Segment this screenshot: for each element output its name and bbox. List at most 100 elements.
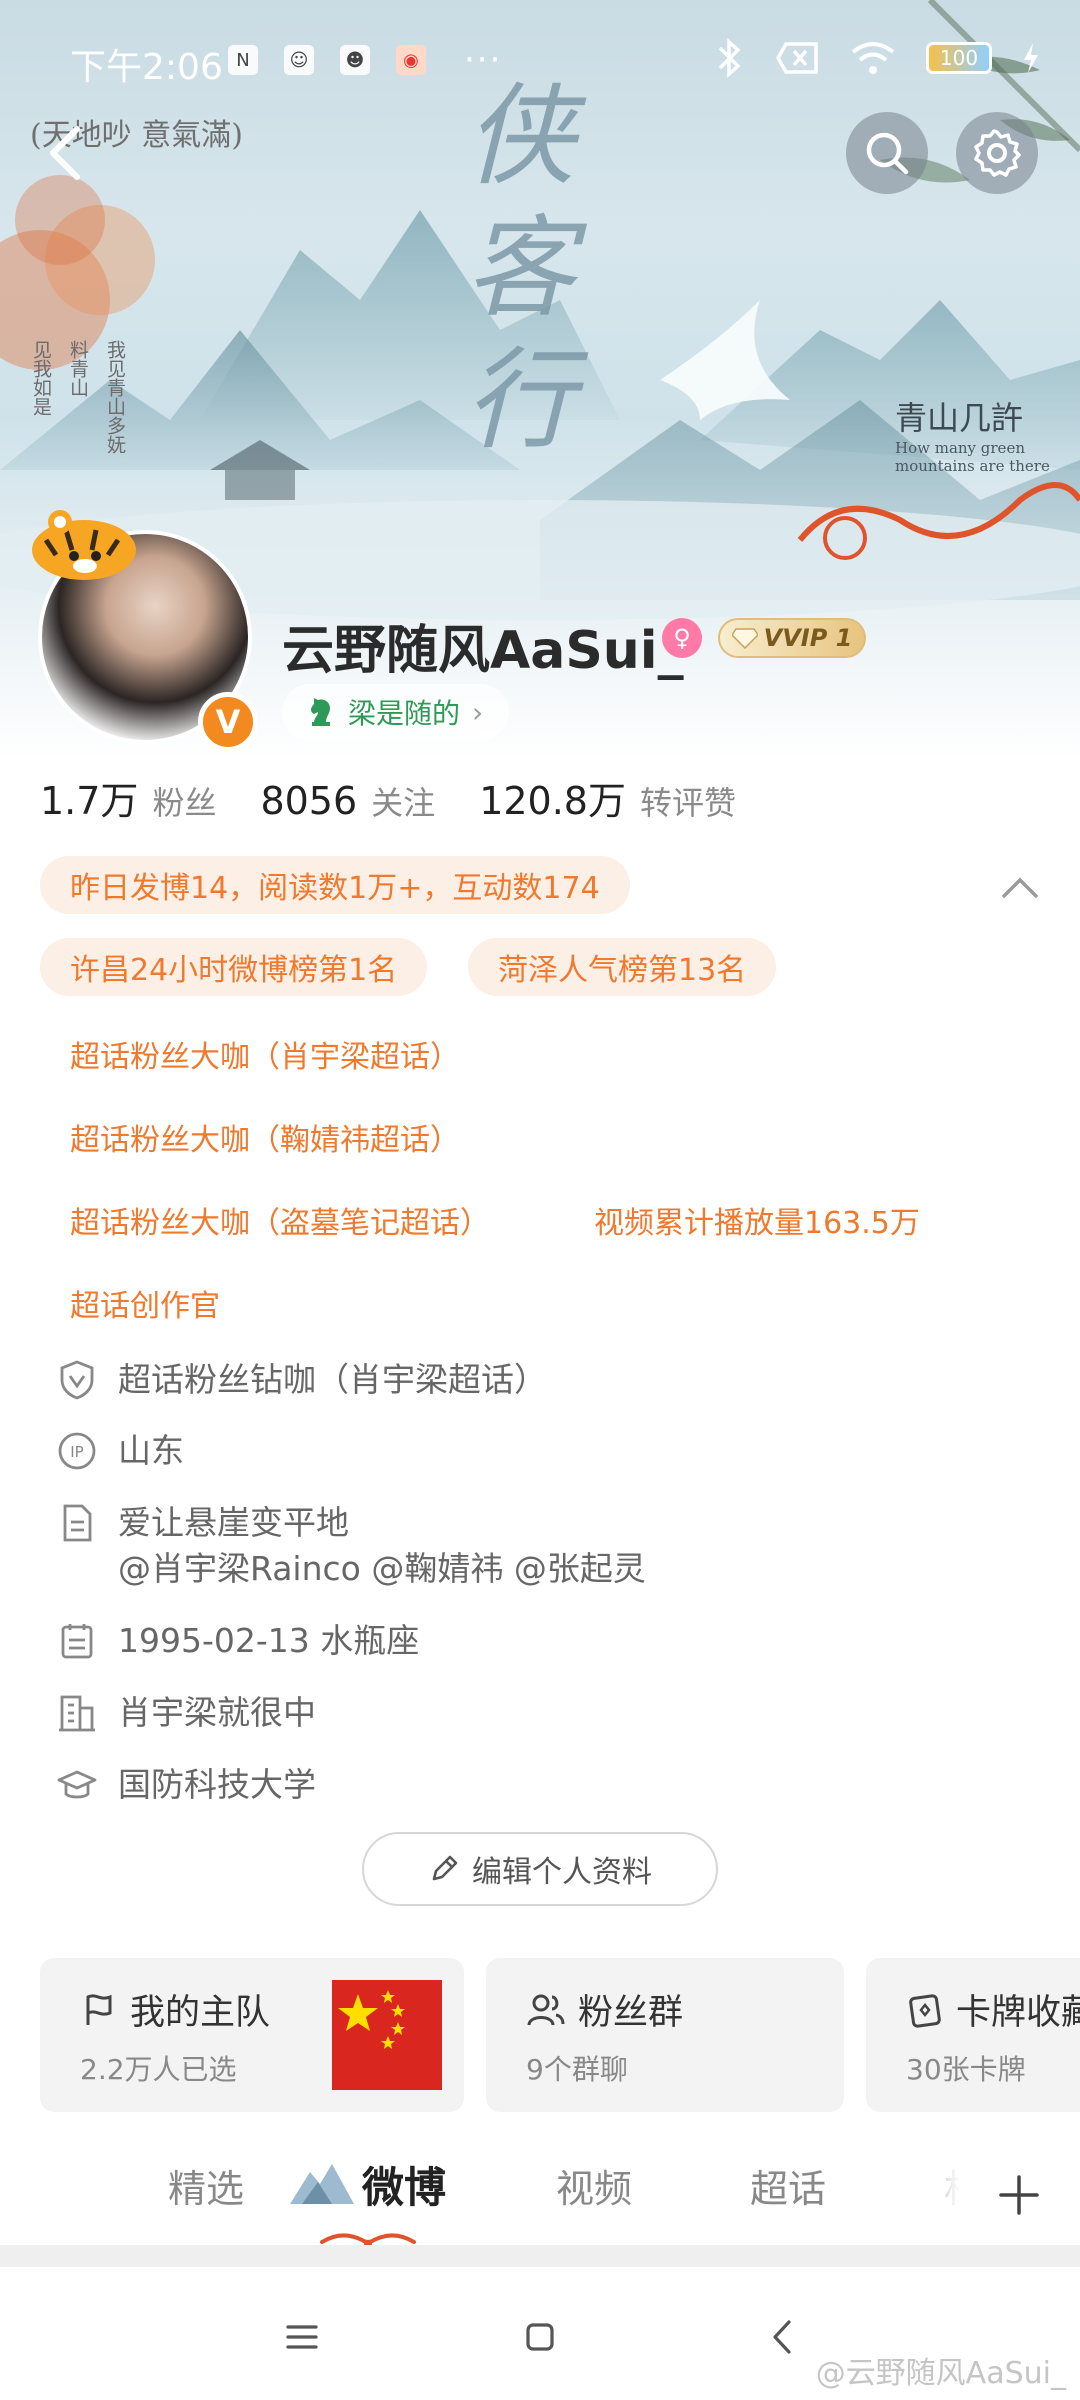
- username: 云野随风AaSui_: [282, 621, 684, 681]
- honor-tag[interactable]: 视频累计播放量163.5万: [594, 1198, 920, 1242]
- profile-tabs: 精选 微博 视频 超话 相册: [0, 2140, 1080, 2250]
- status-notification-icons: N ☺ ☻ ◉ ···: [228, 40, 502, 80]
- chess-knight-icon: [311, 698, 330, 726]
- stat-interactions[interactable]: 120.8万 转评赞: [479, 770, 736, 825]
- team-flag-icon: [86, 1993, 112, 2025]
- honor-tag[interactable]: 许昌24小时微博榜第1名: [40, 938, 428, 996]
- qingshan-en-2: mountains are there: [895, 457, 1050, 475]
- info-text: 肖宇梁就很中: [118, 1693, 316, 1732]
- card-main-team[interactable]: 我的主队 2.2万人已选: [40, 1958, 464, 2112]
- search-icon: [866, 132, 909, 175]
- card-subtitle: 9个群聊: [526, 2053, 628, 2086]
- info-text: 超话粉丝钻咖（肖宇梁超话）: [118, 1360, 547, 1399]
- stat-label: 转评赞: [639, 784, 736, 822]
- system-back-button[interactable]: [752, 2307, 812, 2367]
- card-title-text: 粉丝群: [578, 1993, 684, 2033]
- app-notification-icon: ☻: [340, 45, 370, 75]
- card-title-text: 我的主队: [130, 1993, 271, 2033]
- china-flag-image: [332, 1980, 442, 2090]
- chevron-left-icon: [773, 2320, 791, 2354]
- status-system-icons: 100: [712, 38, 1040, 78]
- search-button[interactable]: [846, 112, 928, 194]
- vvip-label: VVIP 1: [763, 624, 853, 652]
- verified-badge: V: [198, 692, 258, 752]
- stat-value: 8056: [260, 779, 358, 823]
- weibo-notification-icon: ◉: [396, 45, 426, 75]
- back-button[interactable]: [30, 118, 100, 188]
- honor-tag[interactable]: 超话创作官: [70, 1281, 220, 1325]
- pencil-icon: [432, 1855, 458, 1881]
- info-ip-location: IP 山东: [56, 1428, 184, 1474]
- info-text: 国防科技大学: [118, 1765, 316, 1804]
- honor-tag[interactable]: 超话粉丝大咖（盗墓笔记超话）: [70, 1198, 490, 1242]
- weibo-watermark: @云野随风AaSui_: [815, 2356, 1066, 2391]
- building-icon: [59, 1695, 95, 1732]
- bio-line: 爱让悬崖变平地: [118, 1503, 349, 1542]
- info-birthday: 1995-02-13 水瓶座: [56, 1618, 419, 1664]
- avatar[interactable]: V: [32, 510, 258, 752]
- group-users-icon: [527, 1994, 565, 2025]
- card-subtitle: 2.2万人已选: [80, 2053, 237, 2086]
- status-bar: 下午2:06 N ☺ ☻ ◉ ··· 100: [0, 0, 1080, 110]
- tab-weibo[interactable]: 微博: [362, 2154, 446, 2215]
- stat-followers[interactable]: 1.7万 粉丝: [40, 770, 216, 825]
- card-card-collection[interactable]: 卡牌收藏 30张卡牌: [866, 1958, 1080, 2112]
- yesterday-summary-tag[interactable]: 昨日发博14，阅读数1万+，互动数174: [40, 856, 630, 914]
- card-fan-group[interactable]: 粉丝群 9个群聊: [486, 1958, 844, 2112]
- flag-stars: [338, 1990, 405, 2049]
- add-tab-button[interactable]: [958, 2140, 1080, 2250]
- honor-tag[interactable]: 超话粉丝大咖（肖宇梁超话）: [70, 1032, 460, 1076]
- edit-profile-label: 编辑个人资料: [472, 1855, 652, 1890]
- tiger-decoration-icon: [32, 510, 136, 580]
- vvip-badge[interactable]: VVIP 1: [718, 618, 866, 658]
- stat-label: 粉丝: [152, 784, 217, 822]
- banner-qingshan-text: 青山几許 How many green mountains are there: [895, 393, 1050, 475]
- poem-column: 我见青山多妩: [104, 340, 126, 454]
- tab-featured[interactable]: 精选: [168, 2158, 244, 2213]
- tab-super-topic[interactable]: 超话: [750, 2158, 826, 2213]
- home-button[interactable]: [510, 2307, 570, 2367]
- bio-mentions[interactable]: @肖宇梁Rainco @鞠婧祎 @张起灵: [118, 1546, 646, 1592]
- info-company: 肖宇梁就很中: [56, 1690, 316, 1736]
- system-navigation-bar: @云野随风AaSui_: [0, 2267, 1080, 2400]
- app-notification-icon: ☺: [284, 45, 314, 75]
- profile-tag-label: 梁是随的: [348, 697, 461, 730]
- info-school: 国防科技大学: [56, 1762, 316, 1808]
- back-arrow-icon: [50, 126, 80, 180]
- honor-tag[interactable]: 超话粉丝大咖（鞠婧祎超话）: [70, 1115, 460, 1159]
- qingshan-title: 青山几許: [895, 399, 1024, 437]
- diamond-icon: [731, 628, 758, 649]
- card-title: 粉丝群: [526, 1984, 683, 2035]
- ip-location-icon: IP: [58, 1432, 96, 1470]
- wifi-icon: [851, 42, 895, 74]
- nfc-icon: N: [228, 45, 258, 75]
- card-collection-icon: [909, 1993, 941, 2028]
- graduation-cap-icon: [57, 1770, 97, 1799]
- profile-tag-pill[interactable]: 梁是随的 ›: [282, 684, 510, 740]
- svg-text:IP: IP: [70, 1443, 83, 1461]
- square-home-icon: [526, 2323, 554, 2351]
- qingshan-en-1: How many green: [895, 439, 1025, 457]
- info-text: 1995-02-13 水瓶座: [118, 1621, 420, 1660]
- no-sim-icon: [776, 42, 818, 74]
- honor-tag[interactable]: 菏泽人气榜第13名: [468, 938, 777, 996]
- banner-calligraphy: 侠客行: [465, 72, 575, 464]
- profile-stats: 1.7万 粉丝 8056 关注 120.8万 转评赞: [40, 770, 736, 825]
- gear-icon: [974, 129, 1021, 177]
- chevron-right-icon: ›: [472, 695, 484, 729]
- info-diamond-fan[interactable]: 超话粉丝钻咖（肖宇梁超话）: [56, 1357, 547, 1403]
- female-icon: ♀: [662, 618, 702, 658]
- stat-value: 1.7万: [40, 779, 139, 823]
- settings-button[interactable]: [956, 112, 1038, 194]
- recents-button[interactable]: [272, 2307, 332, 2367]
- card-title-text: 卡牌收藏: [956, 1993, 1080, 2033]
- shield-v-icon: [60, 1360, 94, 1400]
- bio-text: 爱让悬崖变平地 @肖宇梁Rainco @鞠婧祎 @张起灵: [118, 1500, 646, 1592]
- card-title: 我的主队: [80, 1984, 270, 2035]
- info-text: 山东: [118, 1431, 184, 1470]
- stat-following[interactable]: 8056 关注: [260, 778, 435, 824]
- edit-profile-button[interactable]: 编辑个人资料: [362, 1832, 718, 1906]
- tab-video[interactable]: 视频: [556, 2158, 632, 2213]
- plus-icon: [999, 2175, 1039, 2215]
- chevron-up-icon[interactable]: [998, 866, 1042, 910]
